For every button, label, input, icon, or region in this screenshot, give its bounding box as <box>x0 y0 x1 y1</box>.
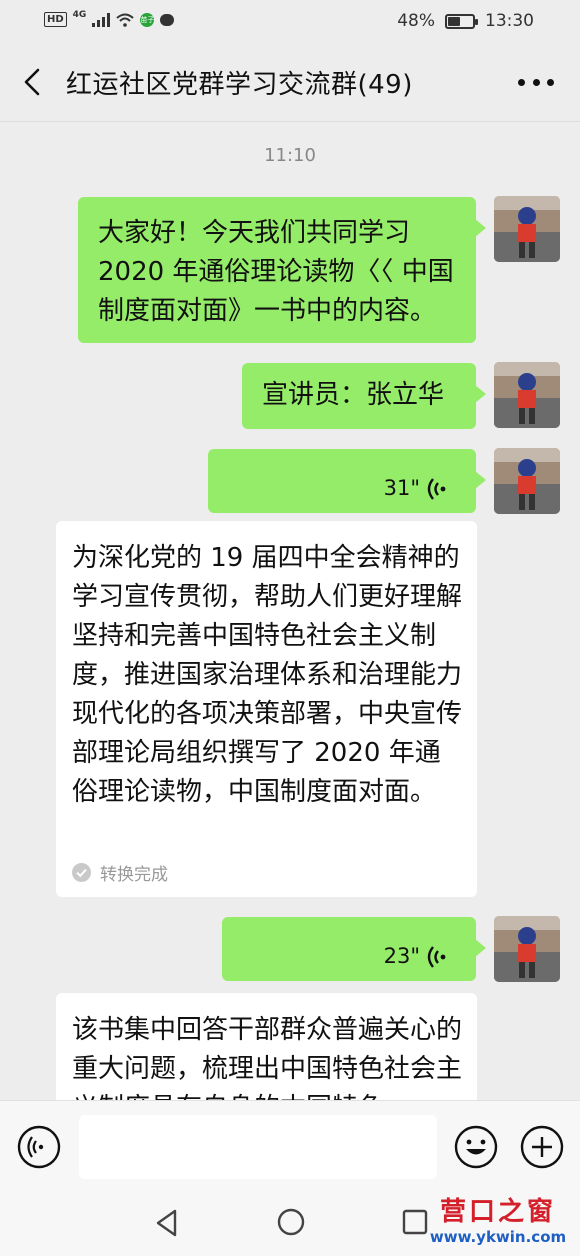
avatar[interactable] <box>494 916 560 982</box>
chat-message-list[interactable]: 11:10 大家好！今天我们共同学习2020 年通俗理论读物〈〈 中国制度面对面… <box>0 123 580 1100</box>
chat-title: 红运社区党群学习交流群(49) <box>66 70 413 100</box>
status-bar: HD 4G 苗子 48% 13:30 <box>0 0 580 44</box>
message-text: 大家好！今天我们共同学习2020 年通俗理论读物〈〈 中国制度面对面》一书中的内… <box>98 218 454 326</box>
status-icons-left: HD 4G 苗子 <box>44 9 175 27</box>
voice-input-icon[interactable] <box>16 1124 62 1170</box>
voice-wave-icon <box>427 945 446 968</box>
chat-header: 红运社区党群学习交流群(49) <box>0 44 580 122</box>
battery-icon <box>445 13 478 29</box>
emoji-icon[interactable] <box>453 1124 499 1170</box>
status-icons-right: 48% 13:30 <box>397 11 534 31</box>
check-circle-icon <box>72 863 91 882</box>
system-navigation-bar: 营口之窗 www.ykwin.com <box>0 1192 580 1256</box>
more-icon[interactable] <box>518 74 554 90</box>
transcript-text: 为深化党的 19 届四中全会精神的学习宣传贯彻，帮助人们更好理解坚持和完善中国特… <box>72 543 463 807</box>
message-input-bar <box>0 1100 580 1192</box>
watermark-url: www.ykwin.com <box>429 1228 567 1246</box>
status-time: 13:30 <box>485 11 534 31</box>
transcript-status: 转换完成 <box>72 860 168 885</box>
hd-indicator: HD <box>44 12 67 27</box>
outgoing-text-bubble[interactable]: 宣讲员：张立华 <box>242 363 486 429</box>
transcript-text: 该书集中回答干部群众普遍关心的重大问题，梳理出中国特色社会主义制度具有自身的本国… <box>72 1015 463 1100</box>
nav-back-icon[interactable] <box>150 1206 184 1240</box>
voice-duration: 31" <box>383 476 420 500</box>
outgoing-text-bubble[interactable]: 大家好！今天我们共同学习2020 年通俗理论读物〈〈 中国制度面对面》一书中的内… <box>78 197 486 343</box>
voice-wave-icon <box>427 477 446 500</box>
message-timestamp: 11:10 <box>264 145 316 166</box>
outgoing-voice-bubble[interactable]: 23" <box>222 917 486 981</box>
avatar[interactable] <box>494 448 560 514</box>
voice-transcript-card[interactable]: 该书集中回答干部群众普遍关心的重大问题，梳理出中国特色社会主义制度具有自身的本国… <box>56 993 477 1100</box>
message-notification-icon <box>160 13 175 26</box>
back-arrow-icon[interactable] <box>14 62 54 102</box>
watermark-name: 营口之窗 <box>439 1197 556 1227</box>
nav-home-icon[interactable] <box>274 1205 308 1239</box>
wifi-icon <box>116 13 134 27</box>
avatar[interactable] <box>494 196 560 262</box>
watermark: 营口之窗 www.ykwin.com <box>420 1196 576 1254</box>
signal-icon <box>92 12 111 27</box>
app-badge-text: 苗子 <box>140 15 155 24</box>
voice-transcript-card[interactable]: 为深化党的 19 届四中全会精神的学习宣传贯彻，帮助人们更好理解坚持和完善中国特… <box>56 521 477 897</box>
app-notification-icon: 苗子 <box>140 12 155 27</box>
transcript-status-text: 转换完成 <box>100 865 168 885</box>
voice-duration: 23" <box>383 944 420 968</box>
network-generation: 4G <box>72 9 87 20</box>
battery-percent: 48% <box>397 11 435 31</box>
plus-icon[interactable] <box>519 1124 565 1170</box>
message-text: 宣讲员：张立华 <box>262 380 445 410</box>
avatar[interactable] <box>494 362 560 428</box>
outgoing-voice-bubble[interactable]: 31" <box>208 449 486 513</box>
message-text-input[interactable] <box>79 1115 437 1179</box>
